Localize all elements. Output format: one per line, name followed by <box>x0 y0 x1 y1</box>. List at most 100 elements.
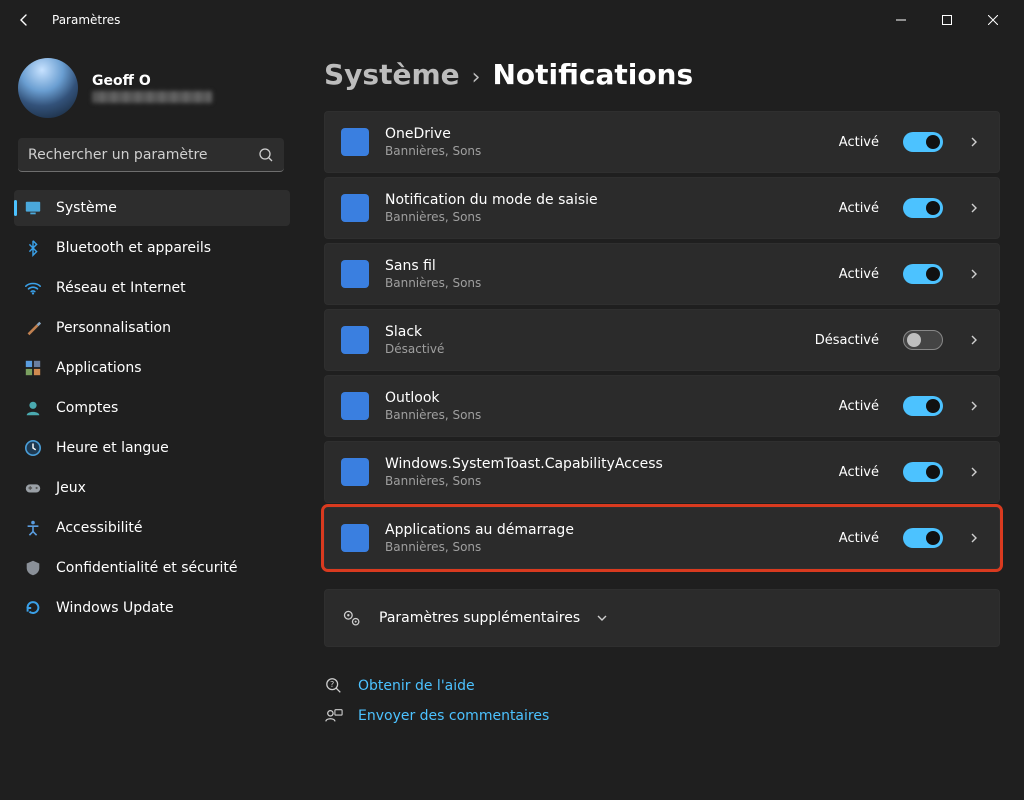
titlebar: Paramètres <box>0 0 1024 40</box>
chevron-right-icon[interactable] <box>969 400 983 412</box>
toggle-switch[interactable] <box>903 330 943 350</box>
sidebar-item-label: Réseau et Internet <box>56 280 186 296</box>
app-subtitle: Bannières, Sons <box>385 474 823 488</box>
avatar <box>18 58 78 118</box>
profile-block[interactable]: Geoff O <box>14 50 290 134</box>
get-help-label: Obtenir de l'aide <box>358 678 475 694</box>
close-icon <box>988 15 998 25</box>
gears-icon <box>341 607 363 629</box>
additional-settings-row[interactable]: Paramètres supplémentaires <box>324 589 1000 647</box>
bluetooth-icon <box>24 239 42 257</box>
breadcrumb: Système › Notifications <box>324 58 1000 91</box>
app-title: Outlook <box>385 390 823 406</box>
app-title: OneDrive <box>385 126 823 142</box>
app-icon <box>341 128 369 156</box>
breadcrumb-parent[interactable]: Système <box>324 58 460 91</box>
window-title: Paramètres <box>52 13 120 27</box>
back-button[interactable] <box>8 4 40 36</box>
sidebar-item-monitor[interactable]: Système <box>14 190 290 226</box>
app-icon <box>341 326 369 354</box>
profile-name: Geoff O <box>92 73 212 89</box>
app-labels: Outlook Bannières, Sons <box>385 390 823 422</box>
toggle-state-label: Désactivé <box>815 333 879 348</box>
notification-app-row[interactable]: SlackDésactivé Désactivé <box>324 309 1000 371</box>
toggle-state-label: Activé <box>839 201 879 216</box>
toggle-switch[interactable] <box>903 396 943 416</box>
sidebar-item-brush[interactable]: Personnalisation <box>14 310 290 346</box>
help-links: ? Obtenir de l'aide Envoyer des commenta… <box>324 677 1000 725</box>
svg-text:?: ? <box>330 679 334 689</box>
app-labels: Notification du mode de saisie Bannières,… <box>385 192 823 224</box>
toggle-state-label: Activé <box>839 267 879 282</box>
sidebar-item-clock[interactable]: Heure et langue <box>14 430 290 466</box>
app-title: Sans fil <box>385 258 823 274</box>
chevron-right-icon[interactable] <box>969 334 983 346</box>
app-subtitle: Bannières, Sons <box>385 540 823 554</box>
app-title: Notification du mode de saisie <box>385 192 823 208</box>
notification-app-row[interactable]: OneDriveBannières, SonsActivé <box>324 111 1000 173</box>
maximize-button[interactable] <box>924 4 970 36</box>
get-help-link[interactable]: ? Obtenir de l'aide <box>324 677 1000 695</box>
toggle-switch[interactable] <box>903 132 943 152</box>
sidebar-item-accessibility[interactable]: Accessibilité <box>14 510 290 546</box>
app-labels: Sans filBannières, Sons <box>385 258 823 290</box>
chevron-right-icon[interactable] <box>969 136 983 148</box>
sidebar-item-label: Système <box>56 200 117 216</box>
toggle-state-label: Activé <box>839 465 879 480</box>
app-subtitle: Bannières, Sons <box>385 408 823 422</box>
notification-app-row[interactable]: Outlook Bannières, Sons Activé <box>324 375 1000 437</box>
app-subtitle: Bannières, Sons <box>385 210 823 224</box>
sidebar-item-shield[interactable]: Confidentialité et sécurité <box>14 550 290 586</box>
additional-settings-label: Paramètres supplémentaires <box>379 610 580 626</box>
search-input[interactable]: Rechercher un paramètre <box>18 138 284 172</box>
chevron-right-icon[interactable] <box>969 466 983 478</box>
apps-icon <box>24 359 42 377</box>
toggle-switch[interactable] <box>903 528 943 548</box>
monitor-icon <box>24 199 42 217</box>
toggle-switch[interactable] <box>903 198 943 218</box>
notification-app-list: OneDriveBannières, SonsActivéNotificatio… <box>324 111 1000 569</box>
sidebar-item-label: Heure et langue <box>56 440 169 456</box>
send-feedback-label: Envoyer des commentaires <box>358 708 549 724</box>
send-feedback-link[interactable]: Envoyer des commentaires <box>324 707 1000 725</box>
minimize-button[interactable] <box>878 4 924 36</box>
app-labels: SlackDésactivé <box>385 324 799 356</box>
notification-app-row[interactable]: Notification du mode de saisie Bannières,… <box>324 177 1000 239</box>
app-labels: Windows.SystemToast.CapabilityAccess Bann… <box>385 456 823 488</box>
app-icon <box>341 392 369 420</box>
clock-icon <box>24 439 42 457</box>
app-icon <box>341 260 369 288</box>
sidebar-item-apps[interactable]: Applications <box>14 350 290 386</box>
notification-app-row[interactable]: Sans filBannières, Sons Activé <box>324 243 1000 305</box>
minimize-icon <box>896 15 906 25</box>
chevron-right-icon[interactable] <box>969 268 983 280</box>
notification-app-row[interactable]: Applications au démarrageBannières, Sons… <box>324 507 1000 569</box>
toggle-state-label: Activé <box>839 399 879 414</box>
chevron-down-icon <box>596 612 610 624</box>
sidebar-item-wifi[interactable]: Réseau et Internet <box>14 270 290 306</box>
accessibility-icon <box>24 519 42 537</box>
notification-app-row[interactable]: Windows.SystemToast.CapabilityAccess Bann… <box>324 441 1000 503</box>
shield-icon <box>24 559 42 577</box>
app-title: Slack <box>385 324 799 340</box>
sidebar-item-gamepad[interactable]: Jeux <box>14 470 290 506</box>
sidebar-item-label: Comptes <box>56 400 118 416</box>
close-button[interactable] <box>970 4 1016 36</box>
sidebar-item-bluetooth[interactable]: Bluetooth et appareils <box>14 230 290 266</box>
chevron-right-icon[interactable] <box>969 532 983 544</box>
sidebar-nav: Système Bluetooth et appareils Réseau et I… <box>14 190 290 626</box>
gamepad-icon <box>24 479 42 497</box>
app-labels: Applications au démarrageBannières, Sons <box>385 522 823 554</box>
toggle-switch[interactable] <box>903 462 943 482</box>
sidebar-item-update[interactable]: Windows Update <box>14 590 290 626</box>
chevron-right-icon[interactable] <box>969 202 983 214</box>
search-icon <box>258 147 274 163</box>
sidebar-item-label: Confidentialité et sécurité <box>56 560 237 576</box>
sidebar-item-account[interactable]: Comptes <box>14 390 290 426</box>
app-title: Windows.SystemToast.CapabilityAccess <box>385 456 823 472</box>
chevron-right-icon: › <box>472 65 481 90</box>
toggle-switch[interactable] <box>903 264 943 284</box>
app-icon <box>341 524 369 552</box>
app-icon <box>341 458 369 486</box>
maximize-icon <box>942 15 952 25</box>
